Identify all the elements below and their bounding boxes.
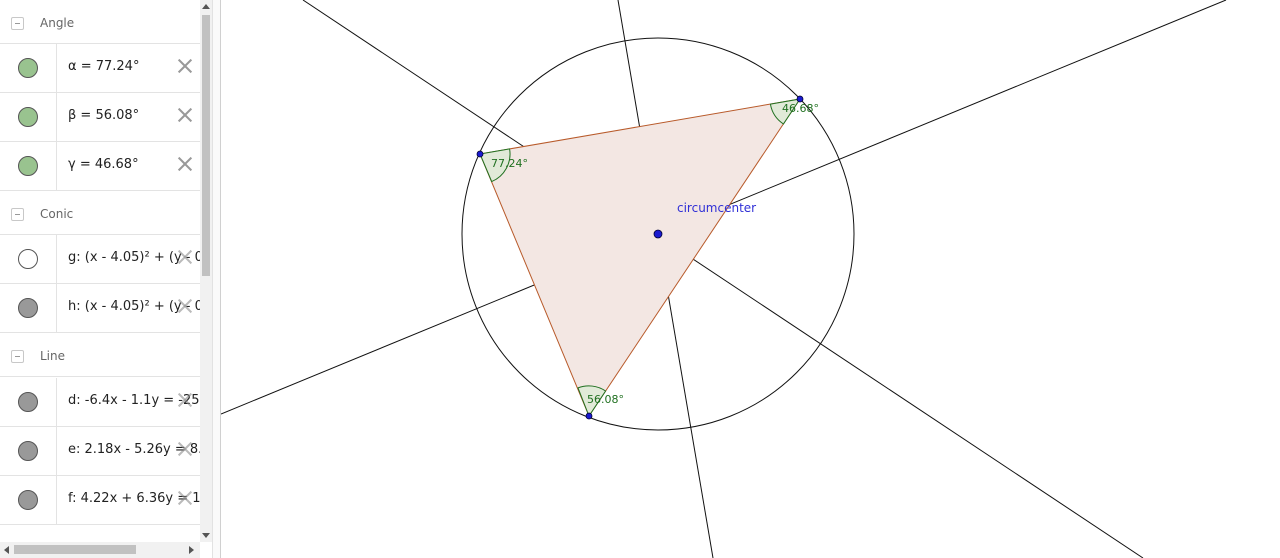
scroll-left-icon[interactable] <box>4 546 9 554</box>
scroll-right-icon[interactable] <box>189 546 194 554</box>
scroll-thumb[interactable] <box>202 15 210 276</box>
group-header-conic[interactable]: Conic <box>0 191 200 235</box>
vertex-a-point[interactable] <box>476 150 484 158</box>
visibility-marker[interactable] <box>0 142 57 190</box>
group-title: Angle <box>40 16 75 30</box>
view-splitter[interactable] <box>212 0 221 558</box>
group-title: Conic <box>40 207 74 221</box>
graphics-view[interactable]: 77.24° 56.08° 46.68° circumcenter <box>221 0 1280 558</box>
visibility-dot-icon[interactable] <box>18 298 38 318</box>
circumcenter-label: circumcenter <box>677 201 756 215</box>
algebra-item-beta[interactable]: β = 56.08° <box>0 93 200 142</box>
visibility-dot-icon[interactable] <box>18 392 38 412</box>
delete-icon[interactable] <box>177 156 193 172</box>
delete-icon[interactable] <box>177 441 193 457</box>
visibility-marker[interactable] <box>0 44 57 92</box>
angle-gamma-label: 46.68° <box>782 102 819 115</box>
visibility-marker[interactable] <box>0 378 57 426</box>
vertical-scrollbar[interactable] <box>200 0 212 542</box>
algebra-item-f[interactable]: f: 4.22x + 6.36y = 17 <box>0 476 200 525</box>
visibility-dot-icon[interactable] <box>18 249 38 269</box>
collapse-toggle-icon[interactable] <box>11 17 24 30</box>
algebra-item-h[interactable]: h: (x - 4.05)² + (y - 0 <box>0 284 200 333</box>
visibility-dot-icon[interactable] <box>18 107 38 127</box>
group-header-line[interactable]: Line <box>0 333 200 377</box>
delete-icon[interactable] <box>177 392 193 408</box>
visibility-marker[interactable] <box>0 427 57 475</box>
visibility-dot-icon[interactable] <box>18 490 38 510</box>
algebra-view: Angle α = 77.24° β = 56.08° γ = 46.68° C… <box>0 0 212 558</box>
algebra-item-alpha[interactable]: α = 77.24° <box>0 44 200 93</box>
line-f[interactable] <box>302 0 1144 558</box>
group-header-angle[interactable]: Angle <box>0 0 200 44</box>
vertex-c-point[interactable] <box>585 412 593 420</box>
triangle[interactable] <box>479 98 802 418</box>
horizontal-scrollbar[interactable] <box>0 542 200 558</box>
delete-icon[interactable] <box>177 249 193 265</box>
visibility-marker[interactable] <box>0 235 57 283</box>
vertex-b-point[interactable] <box>796 95 804 103</box>
algebra-item-gamma[interactable]: γ = 46.68° <box>0 142 200 191</box>
angle-alpha-label: 77.24° <box>491 157 528 170</box>
scroll-down-icon[interactable] <box>202 533 210 538</box>
algebra-item-e[interactable]: e: 2.18x - 5.26y = 8.53 <box>0 427 200 476</box>
collapse-toggle-icon[interactable] <box>11 208 24 221</box>
graphics-canvas[interactable]: 77.24° 56.08° 46.68° circumcenter <box>221 0 1280 558</box>
delete-icon[interactable] <box>177 107 193 123</box>
delete-icon[interactable] <box>177 298 193 314</box>
delete-icon[interactable] <box>177 58 193 74</box>
visibility-marker[interactable] <box>0 284 57 332</box>
delete-icon[interactable] <box>177 490 193 506</box>
circumcenter-point[interactable] <box>653 229 663 239</box>
visibility-dot-icon[interactable] <box>18 156 38 176</box>
scroll-thumb[interactable] <box>14 545 136 554</box>
collapse-toggle-icon[interactable] <box>11 350 24 363</box>
visibility-dot-icon[interactable] <box>18 58 38 78</box>
scroll-up-icon[interactable] <box>202 4 210 9</box>
algebra-item-g[interactable]: g: (x - 4.05)² + (y - 0 <box>0 235 200 284</box>
group-title: Line <box>40 349 66 363</box>
angle-beta-label: 56.08° <box>587 393 624 406</box>
visibility-marker[interactable] <box>0 93 57 141</box>
algebra-item-d[interactable]: d: -6.4x - 1.1y = -25.9 <box>0 378 200 427</box>
visibility-marker[interactable] <box>0 476 57 524</box>
visibility-dot-icon[interactable] <box>18 441 38 461</box>
algebra-list: Angle α = 77.24° β = 56.08° γ = 46.68° C… <box>0 0 200 542</box>
